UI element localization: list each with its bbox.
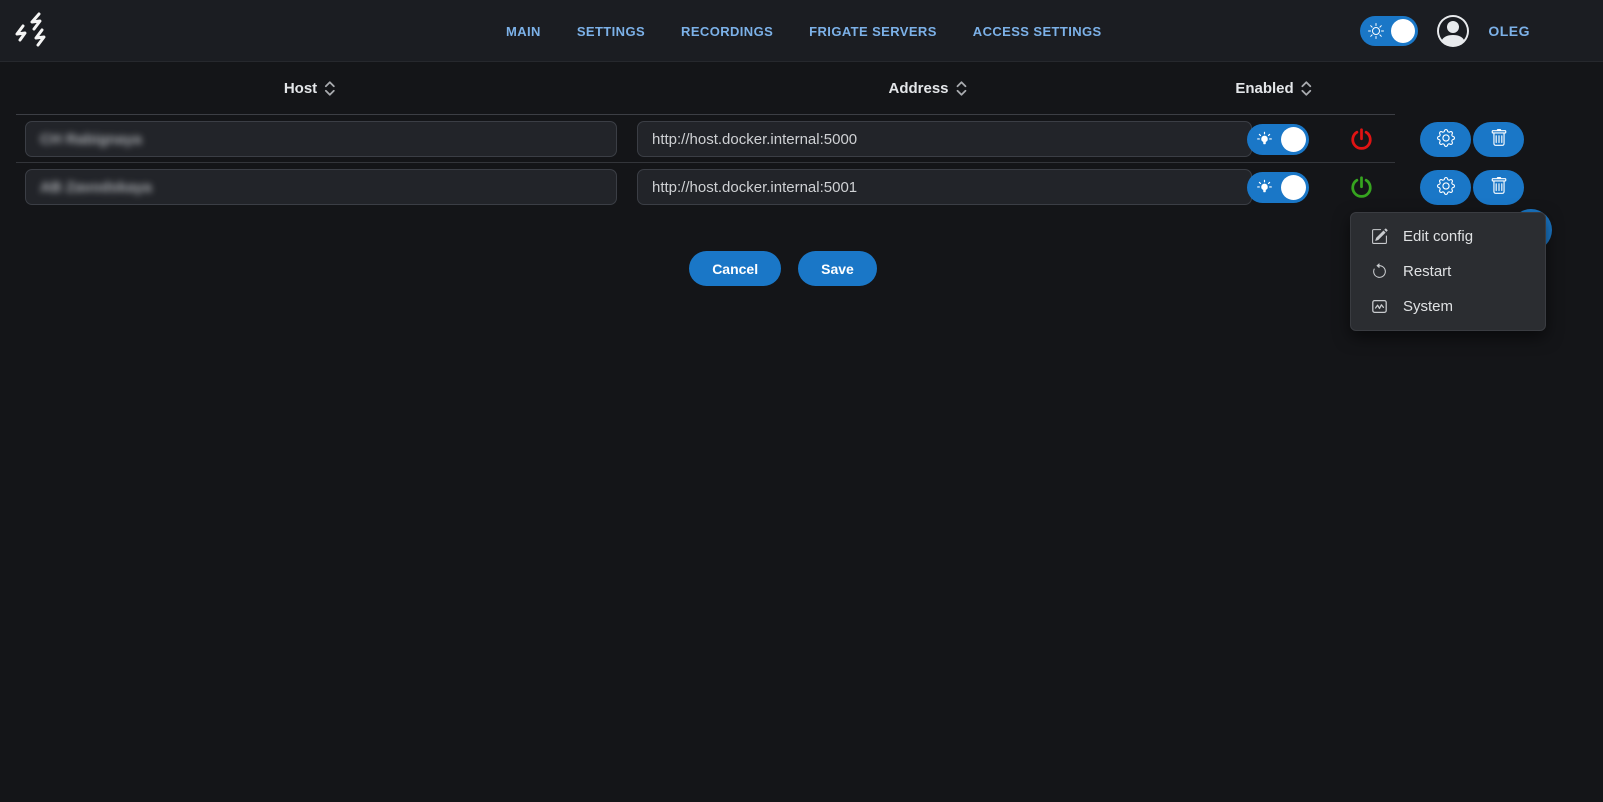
gear-icon xyxy=(1437,129,1455,150)
lightbulb-icon xyxy=(1256,131,1273,148)
restart-icon xyxy=(1371,263,1388,280)
delete-server-button[interactable] xyxy=(1473,122,1524,157)
save-button[interactable]: Save xyxy=(798,251,877,286)
table-header-row: Host Address Enabled xyxy=(16,62,1395,115)
menu-item-label: Edit config xyxy=(1403,228,1473,245)
trash-icon xyxy=(1490,177,1508,198)
column-label: Host xyxy=(284,80,317,97)
form-actions: Cancel Save xyxy=(0,251,1566,286)
menu-item-system[interactable]: System xyxy=(1351,289,1545,324)
system-icon xyxy=(1371,298,1388,315)
power-status-icon xyxy=(1350,128,1373,151)
enabled-toggle-knob xyxy=(1281,127,1306,152)
enabled-toggle-knob xyxy=(1281,175,1306,200)
navbar-right: OLEG xyxy=(1360,0,1530,62)
host-input[interactable]: CH Rabignaya xyxy=(25,121,617,157)
nav-link-frigate-servers[interactable]: FRIGATE SERVERS xyxy=(809,24,937,39)
edit-icon xyxy=(1371,228,1388,245)
theme-toggle-knob xyxy=(1391,19,1415,43)
power-status-icon xyxy=(1350,176,1373,199)
delete-server-button[interactable] xyxy=(1473,170,1524,205)
theme-toggle[interactable] xyxy=(1360,16,1418,46)
sort-icon xyxy=(1301,80,1313,97)
sun-icon xyxy=(1368,23,1384,39)
menu-item-restart[interactable]: Restart xyxy=(1351,254,1545,289)
host-input[interactable]: AB Zavodskaya xyxy=(25,169,617,205)
host-value-blurred: AB Zavodskaya xyxy=(40,179,152,196)
column-header-enabled[interactable]: Enabled xyxy=(1235,62,1312,115)
nav-link-recordings[interactable]: RECORDINGS xyxy=(681,24,773,39)
nav-link-settings[interactable]: SETTINGS xyxy=(577,24,645,39)
nav-link-access-settings[interactable]: ACCESS SETTINGS xyxy=(973,24,1102,39)
server-settings-button[interactable] xyxy=(1420,122,1471,157)
frigate-birds-logo[interactable] xyxy=(12,9,56,53)
menu-item-label: Restart xyxy=(1403,263,1451,280)
column-label: Address xyxy=(888,80,948,97)
navbar: MAIN SETTINGS RECORDINGS FRIGATE SERVERS… xyxy=(0,0,1603,62)
server-row: AB Zavodskaya xyxy=(16,163,1395,211)
address-input[interactable] xyxy=(637,121,1252,157)
sort-icon xyxy=(956,80,968,97)
trash-icon xyxy=(1490,129,1508,150)
server-context-menu: Edit config Restart System xyxy=(1350,212,1546,331)
server-settings-button[interactable] xyxy=(1420,170,1471,205)
enabled-toggle[interactable] xyxy=(1247,124,1309,155)
menu-item-edit-config[interactable]: Edit config xyxy=(1351,219,1545,254)
servers-table: Host Address Enabled CH Rabigna xyxy=(16,62,1395,211)
main-nav: MAIN SETTINGS RECORDINGS FRIGATE SERVERS… xyxy=(506,0,1102,62)
gear-icon xyxy=(1437,177,1455,198)
menu-item-label: System xyxy=(1403,298,1453,315)
enabled-toggle[interactable] xyxy=(1247,172,1309,203)
sort-icon xyxy=(324,80,336,97)
column-label: Enabled xyxy=(1235,80,1293,97)
lightbulb-icon xyxy=(1256,179,1273,196)
nav-link-main[interactable]: MAIN xyxy=(506,24,541,39)
server-row: CH Rabignaya xyxy=(16,115,1395,163)
address-input[interactable] xyxy=(637,169,1252,205)
column-header-address[interactable]: Address xyxy=(888,62,967,115)
cancel-button[interactable]: Cancel xyxy=(689,251,781,286)
person-circle-icon[interactable] xyxy=(1437,15,1469,47)
column-header-host[interactable]: Host xyxy=(284,62,336,115)
username[interactable]: OLEG xyxy=(1488,23,1530,39)
host-value-blurred: CH Rabignaya xyxy=(40,131,142,148)
